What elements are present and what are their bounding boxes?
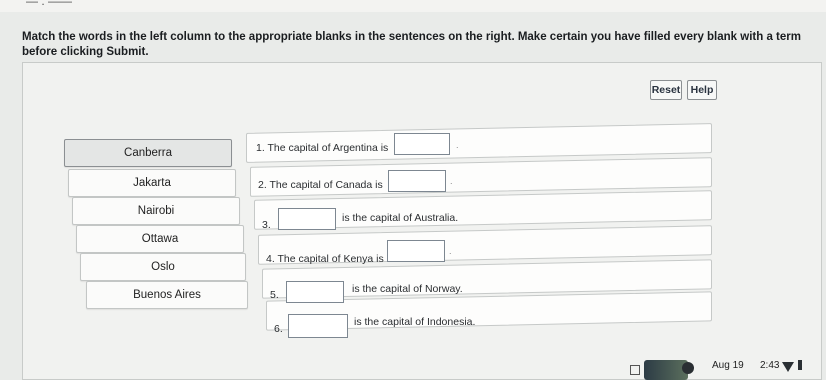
sentence-1-suffix: . (456, 140, 459, 150)
wifi-icon (782, 362, 794, 372)
sentence-2-suffix: . (450, 176, 453, 186)
blank-4[interactable] (387, 240, 445, 262)
term-buenos-aires[interactable]: Buenos Aires (86, 281, 248, 309)
time-label: 2:43 (760, 360, 780, 371)
blank-2[interactable] (388, 170, 446, 192)
sentence-4-prefix: 4. The capital of Kenya is (266, 253, 384, 265)
sentence-2-prefix: 2. The capital of Canada is (258, 179, 383, 191)
blank-6[interactable] (288, 314, 348, 338)
term-jakarta[interactable]: Jakarta (68, 169, 236, 197)
battery-icon (798, 360, 802, 370)
system-tray: Aug 19 2:43 (620, 350, 826, 380)
term-ottawa[interactable]: Ottawa (76, 225, 244, 253)
help-button[interactable]: Help (687, 80, 717, 100)
date-label: Aug 19 (712, 360, 744, 371)
term-nairobi[interactable]: Nairobi (72, 197, 240, 225)
term-oslo[interactable]: Oslo (80, 253, 246, 281)
sentence-5-suffix: is the capital of Norway. (352, 283, 463, 295)
instructions-text: Match the words in the left column to th… (22, 31, 801, 58)
blank-3[interactable] (278, 208, 336, 230)
sentence-6-prefix: 6. (274, 323, 283, 335)
term-canberra[interactable]: Canberra (64, 139, 232, 167)
app-icon[interactable] (630, 365, 640, 375)
sentence-6-suffix: is the capital of Indonesia. (354, 316, 476, 328)
sentence-4-suffix: . (449, 246, 452, 256)
sentence-5-prefix: 5. (270, 289, 279, 301)
cropped-header: — . —— (0, 0, 826, 12)
blank-1[interactable] (394, 133, 450, 155)
reset-button[interactable]: Reset (650, 80, 682, 100)
sentence-3-suffix: is the capital of Australia. (342, 212, 459, 224)
blank-5[interactable] (286, 281, 344, 303)
sentence-3-prefix: 3. (262, 219, 271, 231)
status-dot-icon (682, 362, 694, 374)
sentence-1-prefix: 1. The capital of Argentina is (256, 142, 389, 154)
